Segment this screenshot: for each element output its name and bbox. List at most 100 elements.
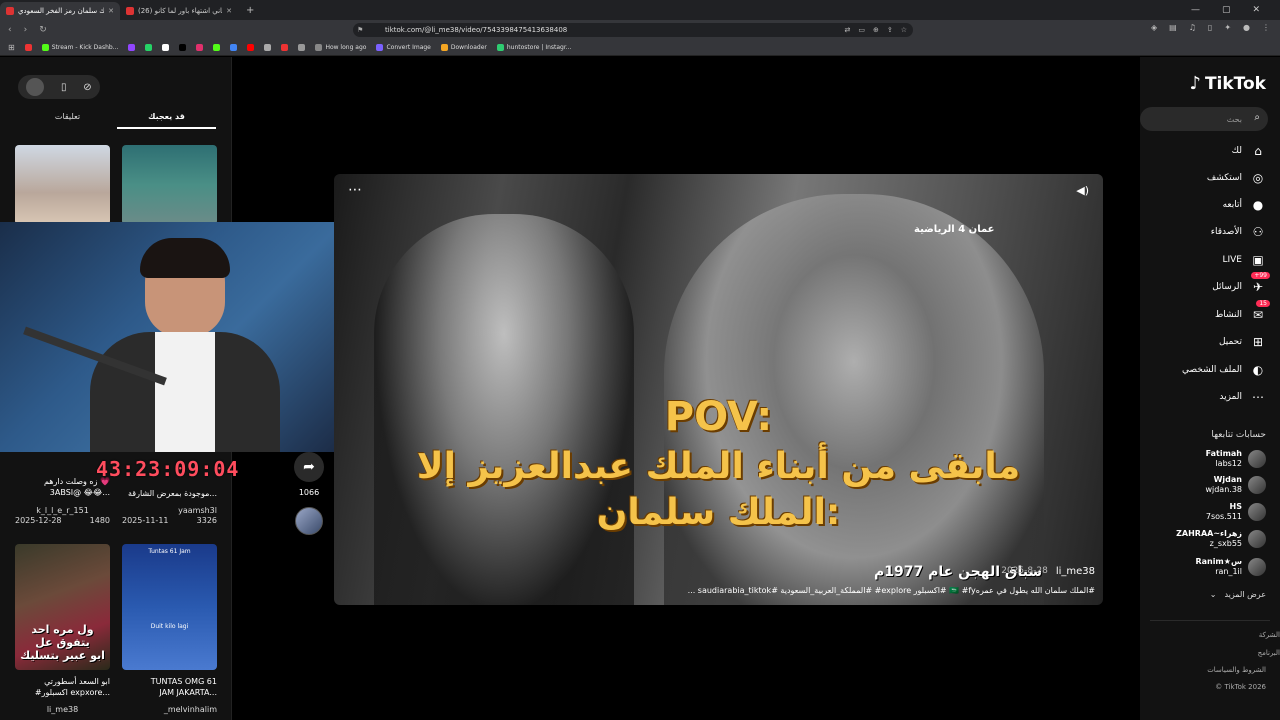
browser-tab-active[interactable]: الملك سلمان رمز الفخر السعودي | ✕ bbox=[0, 2, 120, 20]
url-bar[interactable]: ⚑ tiktok.com/@li_me38/video/754339847541… bbox=[353, 23, 913, 37]
nav-item[interactable]: لك ⌂ bbox=[1232, 141, 1266, 161]
video-player[interactable]: ⋯ ◀) عمان 4 الرياضية POV: مابقى من أبناء… bbox=[334, 174, 1103, 605]
bookmark-item[interactable] bbox=[196, 44, 204, 51]
cast-icon[interactable]: ▭ bbox=[858, 26, 865, 34]
music-icon[interactable]: ♫ bbox=[1189, 23, 1196, 32]
video-thumbnail[interactable]: ول مره احد يتفوق عل ابو عبير بتسليك bbox=[15, 544, 110, 670]
extension-icon[interactable]: ◈ bbox=[1151, 23, 1157, 32]
bookmark-item[interactable] bbox=[24, 44, 32, 51]
following-account[interactable]: Fatimah labs12 bbox=[1206, 449, 1266, 469]
new-tab-button[interactable]: + bbox=[246, 5, 254, 16]
nav-icon: ◐ bbox=[1252, 363, 1264, 377]
video-user[interactable]: k_l_l_e_r_151 bbox=[15, 506, 110, 515]
video-date: 2025-8-28 bbox=[1001, 566, 1048, 576]
bookmark-item[interactable]: huntostore | Instagr... bbox=[496, 44, 572, 51]
tiktok-note-icon: ♪ bbox=[1189, 73, 1201, 94]
footer-link[interactable]: الشركة bbox=[1140, 631, 1280, 639]
bookmark-star-icon[interactable]: ⚑ bbox=[357, 26, 363, 34]
avatar bbox=[1248, 476, 1266, 494]
video-user[interactable]: yaamsh3l bbox=[122, 506, 217, 515]
forward-arrow-icon[interactable]: › bbox=[24, 25, 28, 35]
nav-item[interactable]: تحميل ⊞ bbox=[1219, 332, 1266, 352]
share-button[interactable]: ➦ bbox=[294, 452, 324, 482]
nav-item[interactable]: LIVE ▣ bbox=[1222, 250, 1266, 270]
translate-icon[interactable]: ⇄ bbox=[844, 26, 850, 34]
video-author[interactable]: 2025-8-28 li_me38 bbox=[1001, 566, 1095, 577]
following-account[interactable]: ZAHRAA~زهراء z_sxb55 bbox=[1176, 529, 1266, 549]
nav-item[interactable]: الملف الشخصي ◐ bbox=[1182, 360, 1266, 380]
thumbnail-overlay-text: ول مره احد يتفوق عل ابو عبير بتسليك bbox=[20, 623, 105, 662]
menu-icon[interactable]: ⋮ bbox=[1262, 23, 1270, 32]
tab-comments[interactable]: تعليقات bbox=[18, 109, 117, 129]
maximize-button[interactable]: ▢ bbox=[1222, 5, 1231, 15]
account-names: HS 7sos.511 bbox=[1206, 502, 1242, 522]
video-caption[interactable]: #الملك سلمان الله يطول في عمره🇸🇦 #fy #اك… bbox=[688, 586, 1095, 595]
more-options-icon[interactable]: ⋯ bbox=[348, 182, 362, 198]
video-user[interactable]: li_me38 bbox=[15, 705, 110, 714]
video-username[interactable]: li_me38 bbox=[1056, 566, 1095, 577]
bookmark-item[interactable]: How long ago bbox=[315, 44, 366, 51]
nav-item[interactable]: النشاط ✉ 15 bbox=[1215, 300, 1270, 325]
reload-icon[interactable]: ↻ bbox=[39, 25, 47, 35]
bookmark-favicon-icon bbox=[440, 44, 448, 51]
see-more-button[interactable]: ⌄ عرض المزيد bbox=[1210, 590, 1266, 599]
bookmark-item[interactable] bbox=[128, 44, 136, 51]
minimize-button[interactable]: — bbox=[1191, 5, 1200, 15]
bookmark-item[interactable] bbox=[247, 44, 255, 51]
following-account[interactable]: HS 7sos.511 bbox=[1206, 502, 1266, 522]
following-account[interactable]: Ranim★س ran_1il bbox=[1195, 557, 1266, 577]
search-input[interactable]: بحث ⌕ bbox=[1140, 107, 1268, 131]
bookmark-item[interactable]: Downloader bbox=[440, 44, 487, 51]
search-icon[interactable]: ⌕ bbox=[1254, 112, 1260, 123]
puzzle-icon[interactable]: ✦ bbox=[1224, 23, 1231, 32]
video-thumbnail[interactable] bbox=[122, 145, 217, 225]
video-thumbnail[interactable]: Tuntas 61 Jam Duit kilo lagi bbox=[122, 544, 217, 670]
tab-you-may-like[interactable]: قد يعجبك bbox=[117, 109, 216, 129]
volume-icon[interactable]: ◀) bbox=[1076, 184, 1089, 197]
bookmark-item[interactable]: Stream - Kick Dashb... bbox=[41, 44, 118, 51]
thumbnail-overlay-text: Duit kilo lagi bbox=[150, 623, 189, 630]
following-account[interactable]: Wjdan wjdan.38 bbox=[1205, 475, 1266, 495]
tiktok-logo[interactable]: ♪ TikTok bbox=[1189, 73, 1266, 94]
video-caption[interactable]: TUNTAS OMG 61 JAM JAKARTA... bbox=[122, 676, 217, 698]
share-icon[interactable]: ⇪ bbox=[887, 26, 893, 34]
phone-icon[interactable]: ▯ bbox=[61, 82, 67, 93]
video-caption[interactable]: موجودة بمعرض الشارقة... bbox=[122, 488, 217, 499]
nav-item[interactable]: المزيد ⋯ bbox=[1219, 387, 1266, 407]
apps-grid-icon[interactable]: ⊞ bbox=[8, 43, 15, 52]
footer-link[interactable]: البرنامج bbox=[1140, 649, 1280, 657]
bookmark-item[interactable] bbox=[213, 44, 221, 51]
browser-tab[interactable]: (26) حلقت اغاني اشتهاء باور لما كانو... … bbox=[120, 2, 238, 20]
profile-icon[interactable]: ● bbox=[1243, 23, 1250, 32]
avatar[interactable] bbox=[26, 78, 45, 96]
extension-icon[interactable]: ▤ bbox=[1169, 23, 1177, 32]
zoom-icon[interactable]: ⊕ bbox=[873, 26, 879, 34]
bookmark-item[interactable] bbox=[162, 44, 170, 51]
nav-item[interactable]: أتابعه ● bbox=[1223, 195, 1266, 215]
close-window-button[interactable]: ✕ bbox=[1252, 5, 1260, 15]
bookmark-item[interactable] bbox=[281, 44, 289, 51]
back-arrow-icon[interactable]: ‹ bbox=[8, 25, 12, 35]
nav-item[interactable]: الرسائل ✈ +99 bbox=[1212, 272, 1270, 297]
sidebar-icon[interactable]: ▯ bbox=[1208, 23, 1212, 32]
footer-link[interactable]: الشروط والسياسات bbox=[1140, 666, 1280, 674]
tab-close-icon[interactable]: ✕ bbox=[226, 7, 232, 15]
nav-item[interactable]: استكشف ◎ bbox=[1207, 168, 1266, 188]
avatar[interactable] bbox=[295, 507, 323, 535]
channel-logo: عمان 4 الرياضية bbox=[914, 224, 995, 235]
bookmark-item[interactable] bbox=[179, 44, 187, 51]
video-caption[interactable]: ابو السعد أسطورتي #اكسبلور expxore... bbox=[15, 676, 110, 698]
nav-item[interactable]: الأصدقاء ⚇ bbox=[1211, 222, 1266, 242]
account-handle: labs12 bbox=[1215, 459, 1242, 468]
bookmark-item[interactable] bbox=[230, 44, 238, 51]
account-name: Fatimah bbox=[1205, 449, 1242, 458]
bookmark-item[interactable] bbox=[298, 44, 306, 51]
bookmark-item[interactable]: Convert Image bbox=[376, 44, 431, 51]
bookmark-item[interactable] bbox=[145, 44, 153, 51]
bookmark-item[interactable] bbox=[264, 44, 272, 51]
video-thumbnail[interactable] bbox=[15, 145, 110, 225]
tab-close-icon[interactable]: ✕ bbox=[108, 7, 114, 15]
compass-icon[interactable]: ⊘ bbox=[83, 82, 91, 93]
star-icon[interactable]: ☆ bbox=[901, 26, 907, 34]
video-user[interactable]: _melvinhalim bbox=[122, 705, 217, 714]
